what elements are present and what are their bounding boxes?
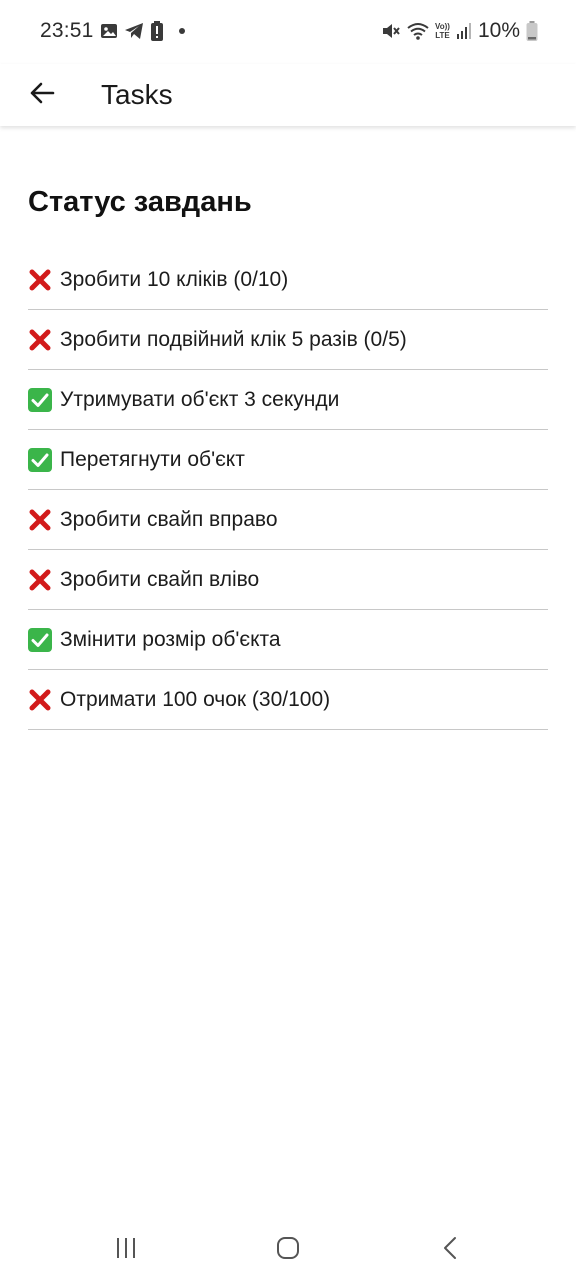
task-label: Зробити свайп вправо	[60, 507, 278, 531]
task-label: Перетягнути об'єкт	[60, 447, 245, 471]
task-label: Зробити подвійний клік 5 разів (0/5)	[60, 327, 407, 351]
recent-apps-icon	[114, 1237, 138, 1264]
red-cross-icon	[28, 508, 52, 532]
task-item: Зробити свайп вліво	[28, 550, 548, 610]
task-label: Зробити свайп вліво	[60, 567, 260, 591]
signal-icon	[456, 22, 472, 40]
app-bar: Tasks	[0, 64, 576, 126]
battery-icon	[526, 21, 538, 41]
battery-alert-icon	[150, 21, 164, 41]
task-item: Зробити 10 кліків (0/10)	[28, 250, 548, 310]
status-left-icons	[100, 21, 186, 41]
telegram-icon	[124, 22, 144, 40]
task-label: Отримати 100 очок (30/100)	[60, 687, 331, 711]
status-time: 23:51	[40, 19, 94, 42]
back-nav-button[interactable]	[428, 1228, 472, 1272]
back-nav-icon	[442, 1236, 458, 1265]
task-item: Отримати 100 очок (30/100)	[28, 670, 548, 730]
red-cross-icon	[28, 268, 52, 292]
task-label: Змінити розмір об'єкта	[60, 627, 281, 651]
red-cross-icon	[28, 688, 52, 712]
status-bar: 23:51 Vo)) LTE 10%	[0, 0, 576, 64]
recent-apps-button[interactable]	[104, 1228, 148, 1272]
task-list: Зробити 10 кліків (0/10) Зробити подвійн…	[28, 250, 548, 730]
status-right-icons: Vo)) LTE 10%	[381, 19, 538, 43]
page-title: Tasks	[101, 79, 173, 110]
task-item: Утримувати об'єкт 3 секунди	[28, 370, 548, 430]
task-item: Зробити свайп вправо	[28, 490, 548, 550]
system-nav-bar	[0, 1216, 576, 1280]
green-check-icon	[28, 387, 52, 412]
back-button[interactable]	[20, 73, 64, 117]
green-check-icon	[28, 447, 52, 472]
volte-icon: Vo)) LTE	[435, 22, 450, 40]
home-button[interactable]	[266, 1228, 310, 1272]
home-icon	[276, 1236, 300, 1265]
red-cross-icon	[28, 568, 52, 592]
task-item: Змінити розмір об'єкта	[28, 610, 548, 670]
task-label: Утримувати об'єкт 3 секунди	[60, 387, 340, 411]
dot-icon	[178, 27, 186, 35]
section-title: Статус завдань	[28, 186, 252, 218]
arrow-left-icon	[29, 82, 55, 109]
battery-percent: 10%	[477, 19, 520, 42]
mute-icon	[381, 21, 401, 41]
gallery-icon	[100, 22, 118, 40]
red-cross-icon	[28, 328, 52, 352]
task-label: Зробити 10 кліків (0/10)	[60, 267, 289, 291]
wifi-icon	[407, 21, 429, 41]
task-item: Перетягнути об'єкт	[28, 430, 548, 490]
task-item: Зробити подвійний клік 5 разів (0/5)	[28, 310, 548, 370]
green-check-icon	[28, 627, 52, 652]
